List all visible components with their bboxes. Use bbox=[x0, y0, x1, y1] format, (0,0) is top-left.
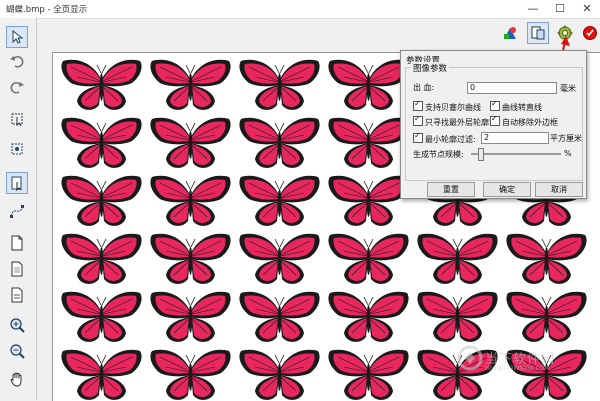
ok-button[interactable]: 确定 bbox=[483, 182, 531, 197]
butterfly-image bbox=[57, 289, 146, 347]
node-scale-slider-track[interactable] bbox=[471, 153, 561, 155]
parameter-settings-dialog: 参数设置 图像参数 出 血: 0 毫米 支持贝塞尔曲线 曲线转直线 只寻找最外层… bbox=[400, 50, 587, 199]
zoom-out-icon bbox=[10, 344, 25, 359]
left-toolbar bbox=[0, 18, 37, 400]
butterfly-image bbox=[235, 173, 324, 231]
zoom-out-button[interactable] bbox=[6, 340, 28, 362]
butterfly-image bbox=[413, 231, 502, 289]
butterfly-image bbox=[324, 231, 413, 289]
butterfly-image bbox=[324, 289, 413, 347]
undo-button[interactable] bbox=[6, 50, 28, 72]
title-bar: 蝴蝶.bmp - 全页显示 — ☐ ✕ bbox=[0, 0, 600, 19]
watermark: 当下软件园 WWW.DOWNXIA.COM bbox=[455, 340, 595, 380]
outer-contour-checkbox[interactable] bbox=[413, 114, 423, 126]
min-contour-unit: 平方厘米 bbox=[550, 134, 582, 143]
butterfly-image bbox=[146, 289, 235, 347]
bezier-checkbox-row[interactable]: 支持贝塞尔曲线 bbox=[413, 99, 481, 113]
curve-to-line-label: 曲线转直线 bbox=[502, 103, 542, 112]
butterfly-image bbox=[57, 57, 146, 115]
auto-remove-border-checkbox[interactable] bbox=[490, 114, 500, 126]
bleed-input[interactable]: 0 bbox=[467, 82, 557, 94]
butterfly-image bbox=[146, 231, 235, 289]
curve-to-line-checkbox-row[interactable]: 曲线转直线 bbox=[490, 99, 542, 113]
bezier-edit-button[interactable] bbox=[6, 200, 28, 222]
close-button[interactable]: ✕ bbox=[574, 0, 600, 18]
butterfly-image bbox=[235, 347, 324, 401]
cancel-button[interactable]: 取消 bbox=[535, 182, 583, 197]
min-contour-checkbox-row[interactable]: 最小轮廓过滤: bbox=[413, 131, 476, 145]
bezier-label: 支持贝塞尔曲线 bbox=[425, 103, 481, 112]
butterfly-image bbox=[324, 347, 413, 401]
new-page-icon bbox=[11, 235, 23, 251]
bezier-checkbox[interactable] bbox=[413, 99, 423, 111]
hand-pan-button[interactable] bbox=[6, 368, 28, 390]
color-shapes-icon bbox=[504, 27, 516, 39]
bezier-edit-icon bbox=[10, 205, 24, 218]
transform-icon bbox=[11, 143, 23, 155]
minimize-button[interactable]: — bbox=[520, 0, 546, 18]
window-title: 蝴蝶.bmp - 全页显示 bbox=[6, 5, 88, 15]
watermark-logo-icon bbox=[457, 345, 483, 371]
redo-button[interactable] bbox=[6, 76, 28, 98]
butterfly-image bbox=[235, 115, 324, 173]
maximize-button[interactable]: ☐ bbox=[547, 0, 573, 18]
trace-settings-icon bbox=[531, 26, 545, 40]
butterfly-image bbox=[146, 57, 235, 115]
page-alt-icon bbox=[11, 287, 23, 303]
butterfly-image bbox=[235, 57, 324, 115]
butterfly-image bbox=[57, 347, 146, 401]
butterfly-image bbox=[57, 115, 146, 173]
trace-settings-button[interactable] bbox=[527, 22, 549, 44]
transform-button[interactable] bbox=[6, 138, 28, 160]
min-contour-checkbox[interactable] bbox=[413, 131, 423, 143]
butterfly-image bbox=[146, 115, 235, 173]
page-icon bbox=[11, 261, 23, 277]
reset-button[interactable]: 重置 bbox=[427, 182, 475, 197]
butterfly-image bbox=[146, 347, 235, 401]
page-button[interactable] bbox=[6, 258, 28, 280]
page-select-button[interactable] bbox=[6, 172, 28, 194]
hand-pan-icon bbox=[10, 372, 22, 387]
color-shapes-button[interactable] bbox=[499, 22, 521, 44]
pointer-tool-button[interactable] bbox=[6, 26, 28, 48]
zoom-in-icon bbox=[10, 318, 25, 333]
redo-icon bbox=[10, 82, 24, 94]
node-scale-unit: % bbox=[564, 149, 572, 158]
butterfly-image bbox=[235, 289, 324, 347]
select-node-icon bbox=[11, 113, 23, 127]
auto-remove-border-label: 自动移除外边框 bbox=[502, 118, 558, 127]
record-icon bbox=[583, 26, 597, 40]
node-select-button[interactable] bbox=[6, 108, 28, 130]
bleed-label: 出 血: bbox=[413, 83, 435, 92]
node-scale-slider-thumb[interactable] bbox=[478, 148, 484, 161]
min-contour-input[interactable]: 2 bbox=[481, 132, 549, 144]
butterfly-image bbox=[502, 231, 591, 289]
outer-contour-label: 只寻找最外层轮廓 bbox=[425, 118, 489, 127]
zoom-in-button[interactable] bbox=[6, 314, 28, 336]
pointer-icon bbox=[12, 29, 24, 44]
group-label: 图像参数 bbox=[411, 62, 450, 74]
butterfly-image bbox=[413, 289, 502, 347]
curve-to-line-checkbox[interactable] bbox=[490, 99, 500, 111]
butterfly-image bbox=[57, 173, 146, 231]
bleed-unit: 毫米 bbox=[560, 84, 576, 93]
auto-remove-border-checkbox-row[interactable]: 自动移除外边框 bbox=[490, 114, 558, 128]
butterfly-image bbox=[235, 231, 324, 289]
butterfly-image bbox=[502, 289, 591, 347]
record-button[interactable] bbox=[579, 22, 600, 44]
butterfly-image bbox=[146, 173, 235, 231]
page-select-icon bbox=[11, 176, 22, 191]
outer-contour-checkbox-row[interactable]: 只寻找最外层轮廓 bbox=[413, 114, 489, 128]
undo-icon bbox=[10, 56, 24, 68]
new-page-button[interactable] bbox=[6, 232, 28, 254]
node-scale-label: 生成节点规模: bbox=[413, 150, 464, 159]
min-contour-label: 最小轮廓过滤: bbox=[425, 135, 476, 144]
butterfly-image bbox=[57, 231, 146, 289]
page-alt-button[interactable] bbox=[6, 284, 28, 306]
watermark-subtext: WWW.DOWNXIA.COM bbox=[485, 365, 550, 372]
